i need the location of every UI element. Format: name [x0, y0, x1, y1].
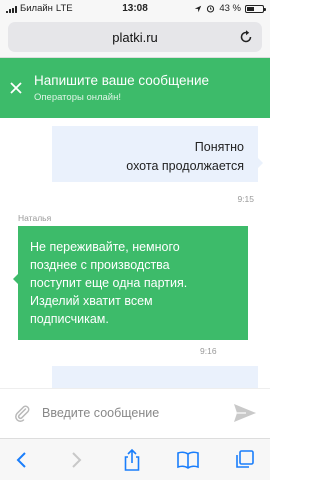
reload-icon[interactable]	[238, 29, 254, 45]
location-icon	[195, 5, 202, 12]
message-line: подписчикам.	[30, 312, 109, 326]
bubble-tail	[258, 158, 263, 168]
forward-icon	[72, 452, 82, 468]
outgoing-message-partial	[52, 366, 258, 388]
browser-toolbar	[0, 438, 270, 480]
bookmarks-button[interactable]	[176, 448, 200, 472]
battery-icon	[245, 4, 266, 13]
bubble-tail	[13, 274, 18, 284]
chat-title: Напишите ваше сообщение	[34, 73, 210, 88]
message-line: поступит еще одна партия.	[30, 276, 188, 290]
status-bar: Билайн LTE 13:08 43 %	[0, 0, 270, 18]
send-icon[interactable]	[232, 401, 258, 425]
outgoing-message: Понятно охота продолжается	[52, 126, 263, 182]
address-bar: platki.ru	[0, 18, 270, 58]
tabs-icon	[236, 450, 254, 468]
message-text: Не переживайте, немного позднее с произв…	[30, 238, 240, 328]
url-text: platki.ru	[112, 30, 158, 45]
message-line: Не переживайте, немного	[30, 240, 180, 254]
back-icon	[16, 452, 26, 468]
message-time: 9:16	[200, 346, 217, 356]
bookmarks-icon	[177, 451, 199, 469]
message-time: 9:15	[237, 194, 254, 204]
url-field[interactable]: platki.ru	[8, 22, 262, 52]
chat-subtitle: Операторы онлайн!	[34, 92, 122, 103]
message-composer	[0, 388, 270, 438]
share-icon	[124, 448, 140, 471]
battery-percent: 43 %	[219, 3, 241, 14]
message-line: позднее с производства	[30, 258, 170, 272]
sender-name: Наталья	[18, 213, 52, 223]
message-list[interactable]: Понятно охота продолжается 9:15 Наталья …	[0, 118, 270, 388]
close-icon[interactable]	[8, 80, 24, 96]
attach-icon[interactable]	[12, 403, 32, 423]
status-right: 43 %	[194, 3, 266, 14]
tabs-button[interactable]	[232, 448, 256, 472]
chat-header: Напишите ваше сообщение Операторы онлайн…	[0, 58, 270, 118]
incoming-message: Не переживайте, немного позднее с произв…	[13, 226, 248, 340]
message-input[interactable]	[42, 403, 212, 423]
message-line: Изделий хватит всем	[30, 294, 153, 308]
share-button[interactable]	[120, 448, 144, 472]
message-line: охота продолжается	[126, 159, 244, 173]
battery-fill	[247, 6, 254, 11]
forward-button[interactable]	[64, 448, 88, 472]
alarm-icon	[207, 5, 215, 13]
back-button[interactable]	[10, 448, 34, 472]
message-line: Понятно	[194, 140, 244, 154]
message-text: Понятно охота продолжается	[126, 138, 244, 176]
